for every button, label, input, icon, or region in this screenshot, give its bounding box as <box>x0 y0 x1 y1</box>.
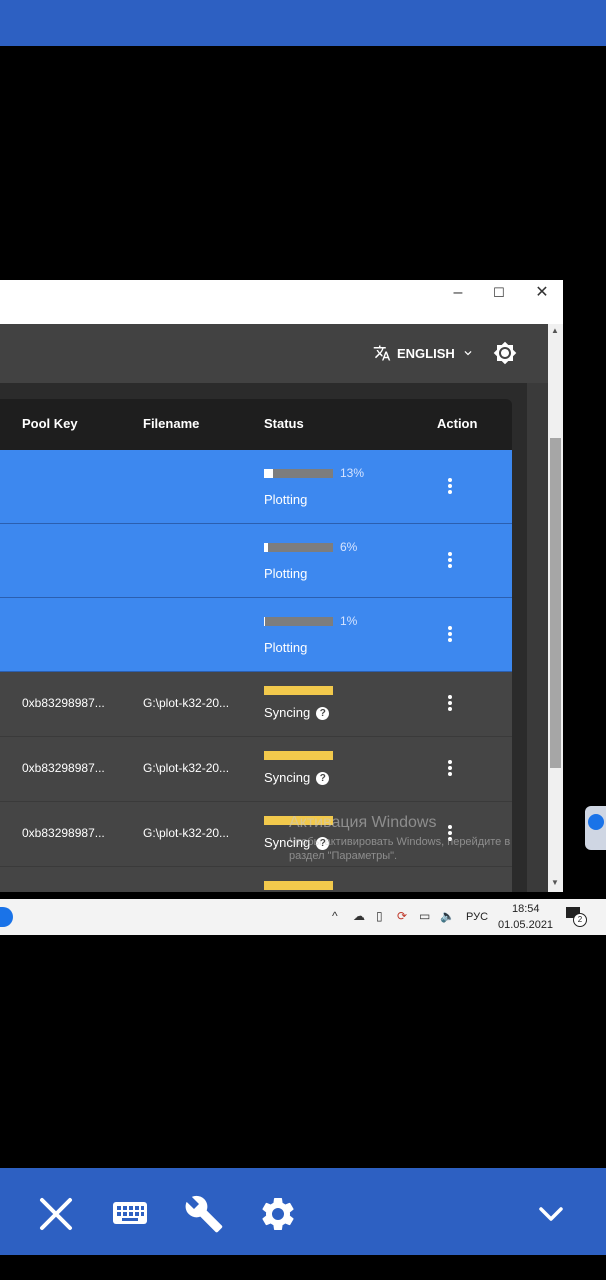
clock-date[interactable]: 01.05.2021 <box>498 919 553 931</box>
status-cell: Syncing? <box>264 705 330 721</box>
collapse-chevron-icon[interactable] <box>531 1194 571 1234</box>
content-scroll-area <box>527 383 548 892</box>
notifications-icon[interactable]: 2 <box>566 907 587 927</box>
column-header-filename[interactable]: Filename <box>143 416 199 431</box>
status-text: Plotting <box>264 640 308 655</box>
tray-expand-icon[interactable]: ^ <box>332 909 338 923</box>
table-row[interactable]: 6% Plotting <box>0 524 512 598</box>
app-header: ENGLISH <box>0 324 548 383</box>
help-icon[interactable]: ? <box>316 707 330 721</box>
plot-progress-bar <box>264 469 333 478</box>
progress-fill <box>264 617 266 626</box>
more-vert-icon[interactable] <box>443 624 457 644</box>
progress-percent: 13% <box>340 466 365 480</box>
column-header-status[interactable]: Status <box>264 416 304 431</box>
app-window: – ☐ ✕ ENGLISH ▲ ▼ Pool Key Filename Stat… <box>0 280 563 892</box>
notification-count: 2 <box>573 913 587 927</box>
plot-progress-bar <box>264 543 333 552</box>
teamviewer-taskbar-icon[interactable] <box>0 907 13 927</box>
watermark-line2: раздел "Параметры". <box>289 850 398 862</box>
table-row[interactable]: 0xb83298987... G:\plot-k32-20... Syncing… <box>0 737 512 802</box>
scroll-up-icon[interactable]: ▲ <box>551 326 559 335</box>
column-header-pool-key[interactable]: Pool Key <box>22 416 78 431</box>
teamviewer-side-tab[interactable] <box>585 806 606 850</box>
windows-taskbar: ^ ☁ ▯ ⟳ ▭ 🔈 РУС 18:54 01.05.2021 2 <box>0 899 606 935</box>
teamviewer-icon <box>588 814 604 830</box>
close-window-button[interactable]: ✕ <box>520 280 563 308</box>
table-row[interactable]: 1% Plotting <box>0 598 512 672</box>
brightness-icon[interactable] <box>493 341 517 365</box>
more-vert-icon[interactable] <box>443 550 457 570</box>
windows-activation-watermark: Активация Windows Чтобы активировать Win… <box>289 814 510 862</box>
filename-cell: G:\plot-k32-20... <box>143 826 230 840</box>
status-cell: Syncing? <box>264 770 330 786</box>
language-label: ENGLISH <box>397 345 455 361</box>
progress-percent: 6% <box>340 540 358 554</box>
filename-cell: G:\plot-k32-20... <box>143 761 230 775</box>
scrollbar-thumb[interactable] <box>550 438 561 768</box>
pool-key-cell: 0xb83298987... <box>22 761 105 775</box>
sync-bar <box>264 686 333 695</box>
watermark-line1: Чтобы активировать Windows, перейдите в <box>289 836 511 848</box>
settings-gear-icon[interactable] <box>258 1194 298 1234</box>
network-icon[interactable]: ▭ <box>419 909 430 923</box>
status-text: Plotting <box>264 566 308 581</box>
cloud-icon[interactable]: ☁ <box>353 909 365 923</box>
close-icon[interactable] <box>36 1194 76 1234</box>
chevron-down-icon <box>464 351 472 356</box>
volume-icon[interactable]: 🔈 <box>440 909 455 923</box>
progress-fill <box>264 543 269 552</box>
progress-percent: 1% <box>340 614 358 628</box>
window-titlebar: – ☐ ✕ <box>0 280 563 324</box>
minimize-button[interactable]: – <box>436 280 480 308</box>
input-language[interactable]: РУС <box>466 911 488 923</box>
status-text: Syncing <box>264 705 311 720</box>
pool-key-cell: 0xb83298987... <box>22 696 105 710</box>
status-text: Plotting <box>264 492 308 507</box>
plot-progress-bar <box>264 617 333 626</box>
more-vert-icon[interactable] <box>443 758 457 778</box>
filename-cell: G:\plot-k32-20... <box>143 696 230 710</box>
more-vert-icon[interactable] <box>443 693 457 713</box>
help-icon[interactable]: ? <box>316 772 330 786</box>
pool-key-cell: 0xb83298987... <box>22 826 105 840</box>
sync-bar <box>264 751 333 760</box>
sync-tray-icon[interactable]: ⟳ <box>397 909 407 923</box>
more-vert-icon[interactable] <box>443 476 457 496</box>
remote-top-bar <box>0 0 606 46</box>
sync-bar <box>264 881 333 890</box>
wrench-icon[interactable] <box>184 1194 224 1234</box>
translate-icon <box>373 345 391 361</box>
remote-toolbar <box>0 1168 606 1255</box>
clock-time[interactable]: 18:54 <box>512 903 540 915</box>
keyboard-icon[interactable] <box>110 1194 150 1234</box>
column-header-action: Action <box>437 416 478 431</box>
scroll-down-icon[interactable]: ▼ <box>551 878 559 887</box>
table-row[interactable]: 13% Plotting <box>0 450 512 524</box>
status-text: Syncing <box>264 770 311 785</box>
table-row[interactable] <box>0 867 512 892</box>
watermark-title: Активация Windows <box>289 814 437 831</box>
maximize-button[interactable]: ☐ <box>477 280 521 308</box>
language-selector[interactable]: ENGLISH <box>373 341 475 365</box>
progress-fill <box>264 469 273 478</box>
table-row[interactable]: 0xb83298987... G:\plot-k32-20... Syncing… <box>0 672 512 737</box>
device-icon[interactable]: ▯ <box>376 909 383 923</box>
